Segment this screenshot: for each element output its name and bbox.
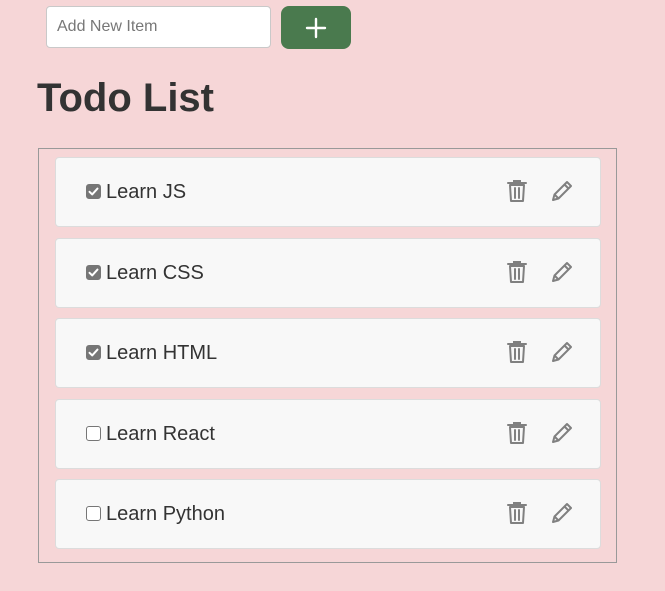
- delete-button[interactable]: [503, 338, 531, 366]
- pencil-icon: [552, 181, 572, 201]
- pencil-icon: [552, 423, 572, 443]
- todo-item: Learn JS: [55, 157, 601, 227]
- trash-icon: [507, 341, 527, 363]
- edit-button[interactable]: [548, 258, 576, 286]
- delete-button[interactable]: [503, 177, 531, 205]
- todo-checkbox[interactable]: [86, 345, 101, 360]
- todo-list: Learn JS Learn CSS Learn HTML Learn Reac…: [38, 148, 617, 563]
- add-item-button[interactable]: [281, 6, 351, 49]
- delete-button[interactable]: [503, 258, 531, 286]
- edit-button[interactable]: [548, 177, 576, 205]
- todo-item: Learn CSS: [55, 238, 601, 308]
- todo-label: Learn Python: [106, 503, 225, 525]
- todo-item: Learn React: [55, 399, 601, 469]
- trash-icon: [507, 261, 527, 283]
- todo-label: Learn React: [106, 423, 215, 445]
- todo-item: Learn HTML: [55, 318, 601, 388]
- trash-icon: [507, 180, 527, 202]
- delete-button[interactable]: [503, 419, 531, 447]
- pencil-icon: [552, 342, 572, 362]
- todo-label: Learn HTML: [106, 342, 218, 364]
- todo-item: Learn Python: [55, 479, 601, 549]
- add-item-input[interactable]: [46, 6, 271, 48]
- edit-button[interactable]: [548, 419, 576, 447]
- edit-button[interactable]: [548, 499, 576, 527]
- trash-icon: [507, 422, 527, 444]
- todo-checkbox[interactable]: [86, 265, 101, 280]
- todo-checkbox[interactable]: [86, 426, 101, 441]
- todo-checkbox[interactable]: [86, 184, 101, 199]
- todo-label: Learn JS: [106, 181, 187, 203]
- delete-button[interactable]: [503, 499, 531, 527]
- edit-button[interactable]: [548, 338, 576, 366]
- page-title: Todo List: [37, 76, 214, 120]
- pencil-icon: [552, 262, 572, 282]
- todo-checkbox[interactable]: [86, 506, 101, 521]
- pencil-icon: [552, 503, 572, 523]
- todo-label: Learn CSS: [106, 262, 204, 284]
- plus-icon: [305, 17, 327, 38]
- trash-icon: [507, 502, 527, 524]
